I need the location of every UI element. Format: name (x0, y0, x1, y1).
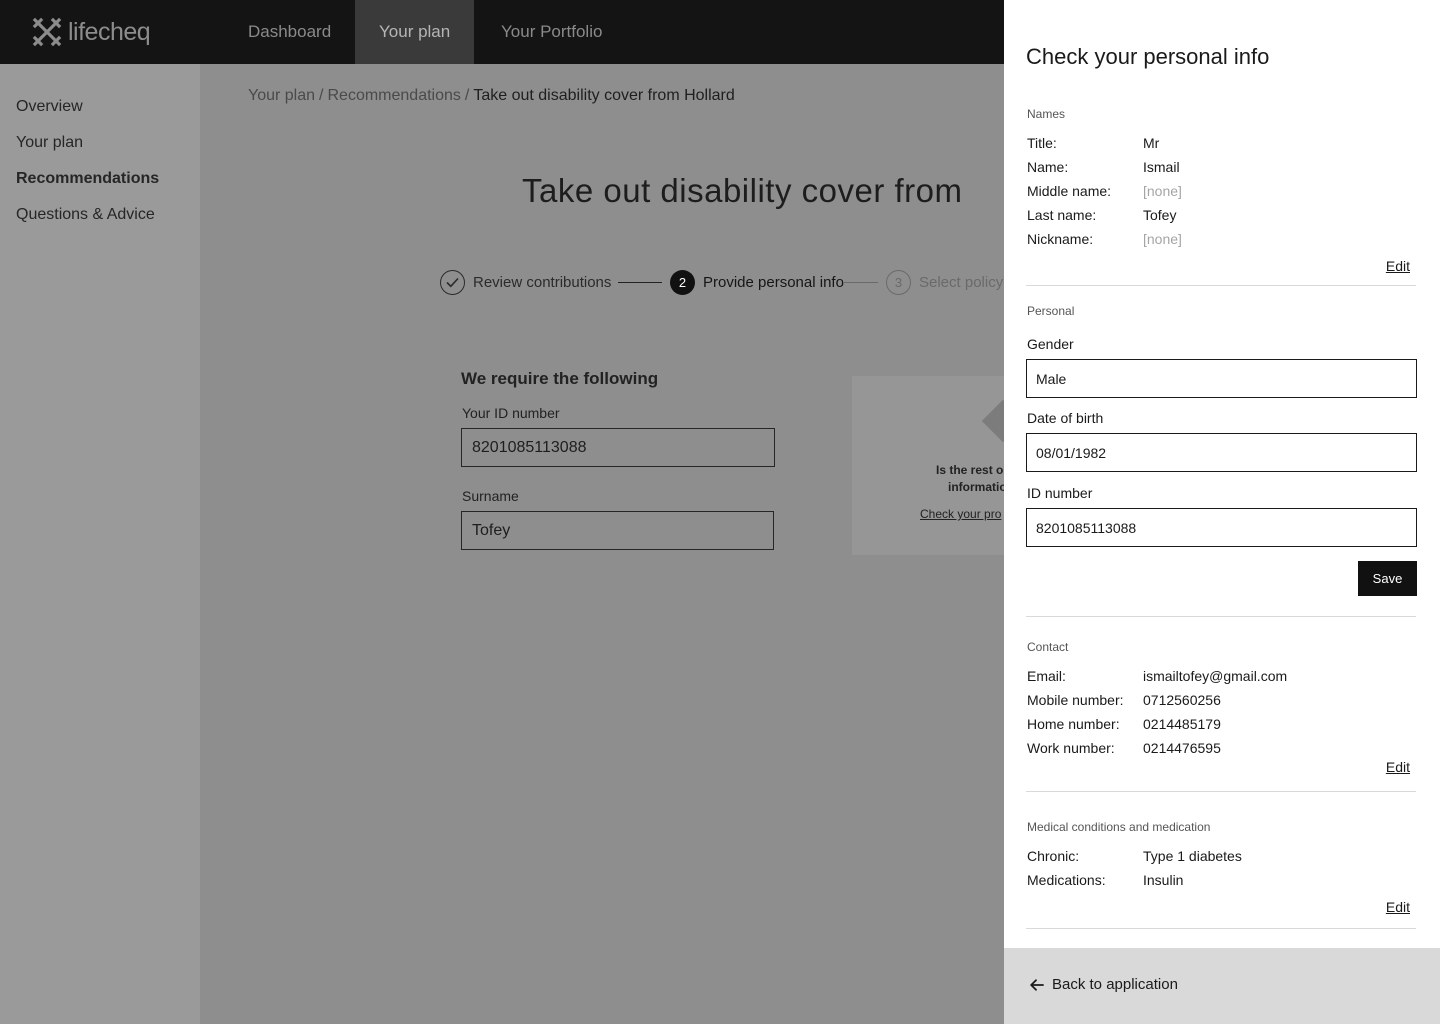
info-card-diamond-icon (981, 399, 1004, 443)
field-key: Home number: (1027, 716, 1120, 732)
names-row-middle-name: Middle name: [none] (1027, 183, 1182, 199)
sidebar-item-questions-advice[interactable]: Questions & Advice (16, 206, 155, 224)
info-card: Is the rest o informatio Check your pro (852, 376, 1004, 555)
nav-dashboard[interactable]: Dashboard (224, 0, 355, 64)
breadcrumb-separator: / (464, 87, 470, 104)
contact-row-home: Home number: 0214485179 (1027, 716, 1221, 732)
medical-row-medications: Medications: Insulin (1027, 872, 1183, 888)
breadcrumb: Your plan / Recommendations / Take out disab… (248, 87, 735, 105)
arrow-left-icon (1030, 978, 1044, 991)
field-value: 0214485179 (1143, 716, 1221, 732)
step-connector (844, 282, 878, 283)
lifecheq-logo-icon (32, 17, 62, 47)
field-value: Insulin (1143, 872, 1184, 888)
field-key: Nickname: (1027, 231, 1094, 247)
names-row-nickname: Nickname: [none] (1027, 231, 1182, 247)
names-row-last-name: Last name: Tofey (1027, 207, 1176, 223)
contact-section-title: Contact (1027, 640, 1069, 654)
field-value: 0712560256 (1143, 692, 1221, 708)
logo-text: lifecheq (68, 17, 151, 46)
contact-row-mobile: Mobile number: 0712560256 (1027, 692, 1221, 708)
info-card-line: Is the rest o (936, 463, 1004, 477)
back-to-application-button[interactable]: Back to application (1030, 976, 1178, 993)
id-number-input[interactable]: 8201085113088 (461, 428, 775, 467)
info-card-text: Is the rest o informatio (936, 462, 1004, 496)
field-key: Email: (1027, 668, 1066, 684)
date-of-birth-label: Date of birth (1027, 410, 1104, 426)
check-personal-info-link[interactable]: Check your pro (920, 507, 1001, 521)
sidebar-item-your-plan[interactable]: Your plan (16, 134, 83, 152)
back-to-application-label: Back to application (1052, 976, 1178, 993)
nav-your-portfolio[interactable]: Your Portfolio (477, 0, 626, 64)
gender-field[interactable]: Male (1026, 359, 1417, 398)
breadcrumb-recommendations[interactable]: Recommendations (327, 87, 460, 104)
field-value: ismailtofey@gmail.com (1143, 668, 1288, 684)
field-key: Medications: (1027, 872, 1106, 888)
nav-your-plan[interactable]: Your plan (355, 0, 475, 64)
field-key: Title: (1027, 135, 1057, 151)
field-key: Last name: (1027, 207, 1097, 223)
info-card-line: informatio (948, 480, 1004, 494)
lifecheq-logo[interactable]: lifecheq (32, 14, 151, 50)
gender-label: Gender (1027, 336, 1074, 352)
id-number-label: ID number (1027, 485, 1093, 501)
field-value: Tofey (1143, 207, 1177, 223)
breadcrumb-current: Take out disability cover from Hollard (473, 87, 735, 104)
section-divider (1026, 791, 1416, 792)
requirements-heading: We require the following (461, 369, 659, 388)
step-connector (618, 282, 662, 283)
step-label: Review contributions (473, 274, 612, 291)
contact-row-email: Email: ismailtofey@gmail.com (1027, 668, 1287, 684)
step-provide-personal-info[interactable]: 2 Provide personal info (670, 270, 844, 295)
breadcrumb-your-plan[interactable]: Your plan (248, 87, 315, 104)
drawer-footer: Back to application (1004, 948, 1440, 1024)
page-title: Take out disability cover from (522, 172, 963, 209)
id-number-label: Your ID number (462, 405, 560, 421)
field-value: [none] (1143, 231, 1182, 247)
date-of-birth-field[interactable]: 08/01/1982 (1026, 433, 1417, 472)
sidebar-item-recommendations[interactable]: Recommendations (16, 170, 159, 188)
step-label: Select policy (919, 274, 1004, 291)
id-number-field[interactable]: 8201085113088 (1026, 508, 1417, 547)
drawer-title: Check your personal info (1026, 44, 1270, 69)
field-key: Work number: (1027, 740, 1115, 756)
field-value: Ismail (1143, 159, 1180, 175)
section-divider (1026, 616, 1416, 617)
step-select-policy[interactable]: 3 Select policy (886, 270, 1003, 295)
field-value: Mr (1143, 135, 1160, 151)
field-key: Middle name: (1027, 183, 1112, 199)
names-section-title: Names (1027, 107, 1066, 121)
step-number: 2 (670, 270, 695, 295)
edit-medical-link[interactable]: Edit (1386, 899, 1410, 915)
step-review-contributions[interactable]: Review contributions (440, 270, 611, 295)
checkmark-icon (440, 270, 465, 295)
medical-section-title: Medical conditions and medication (1027, 820, 1211, 834)
names-row-name: Name: Ismail (1027, 159, 1180, 175)
section-divider (1026, 285, 1416, 286)
contact-row-work: Work number: 0214476595 (1027, 740, 1221, 756)
edit-contact-link[interactable]: Edit (1386, 759, 1410, 775)
field-key: Mobile number: (1027, 692, 1124, 708)
field-value: Type 1 diabetes (1143, 848, 1242, 864)
field-value: 0214476595 (1143, 740, 1221, 756)
personal-info-drawer: Check your personal info Names Title: Mr… (1004, 0, 1440, 1024)
save-button[interactable]: Save (1358, 561, 1417, 596)
sidebar-item-overview[interactable]: Overview (16, 98, 83, 116)
edit-names-link[interactable]: Edit (1386, 258, 1410, 274)
personal-section-title: Personal (1027, 304, 1075, 318)
section-divider (1026, 928, 1416, 929)
surname-input[interactable]: Tofey (461, 511, 774, 550)
left-sidebar: Overview Your plan Recommendations Quest… (0, 64, 200, 1024)
surname-label: Surname (462, 488, 519, 504)
breadcrumb-separator: / (319, 87, 324, 104)
field-key: Chronic: (1027, 848, 1080, 864)
field-value: [none] (1143, 183, 1182, 199)
step-number: 3 (886, 270, 911, 295)
step-label: Provide personal info (703, 274, 844, 291)
medical-row-chronic: Chronic: Type 1 diabetes (1027, 848, 1242, 864)
names-row-title: Title: Mr (1027, 135, 1159, 151)
field-key: Name: (1027, 159, 1069, 175)
